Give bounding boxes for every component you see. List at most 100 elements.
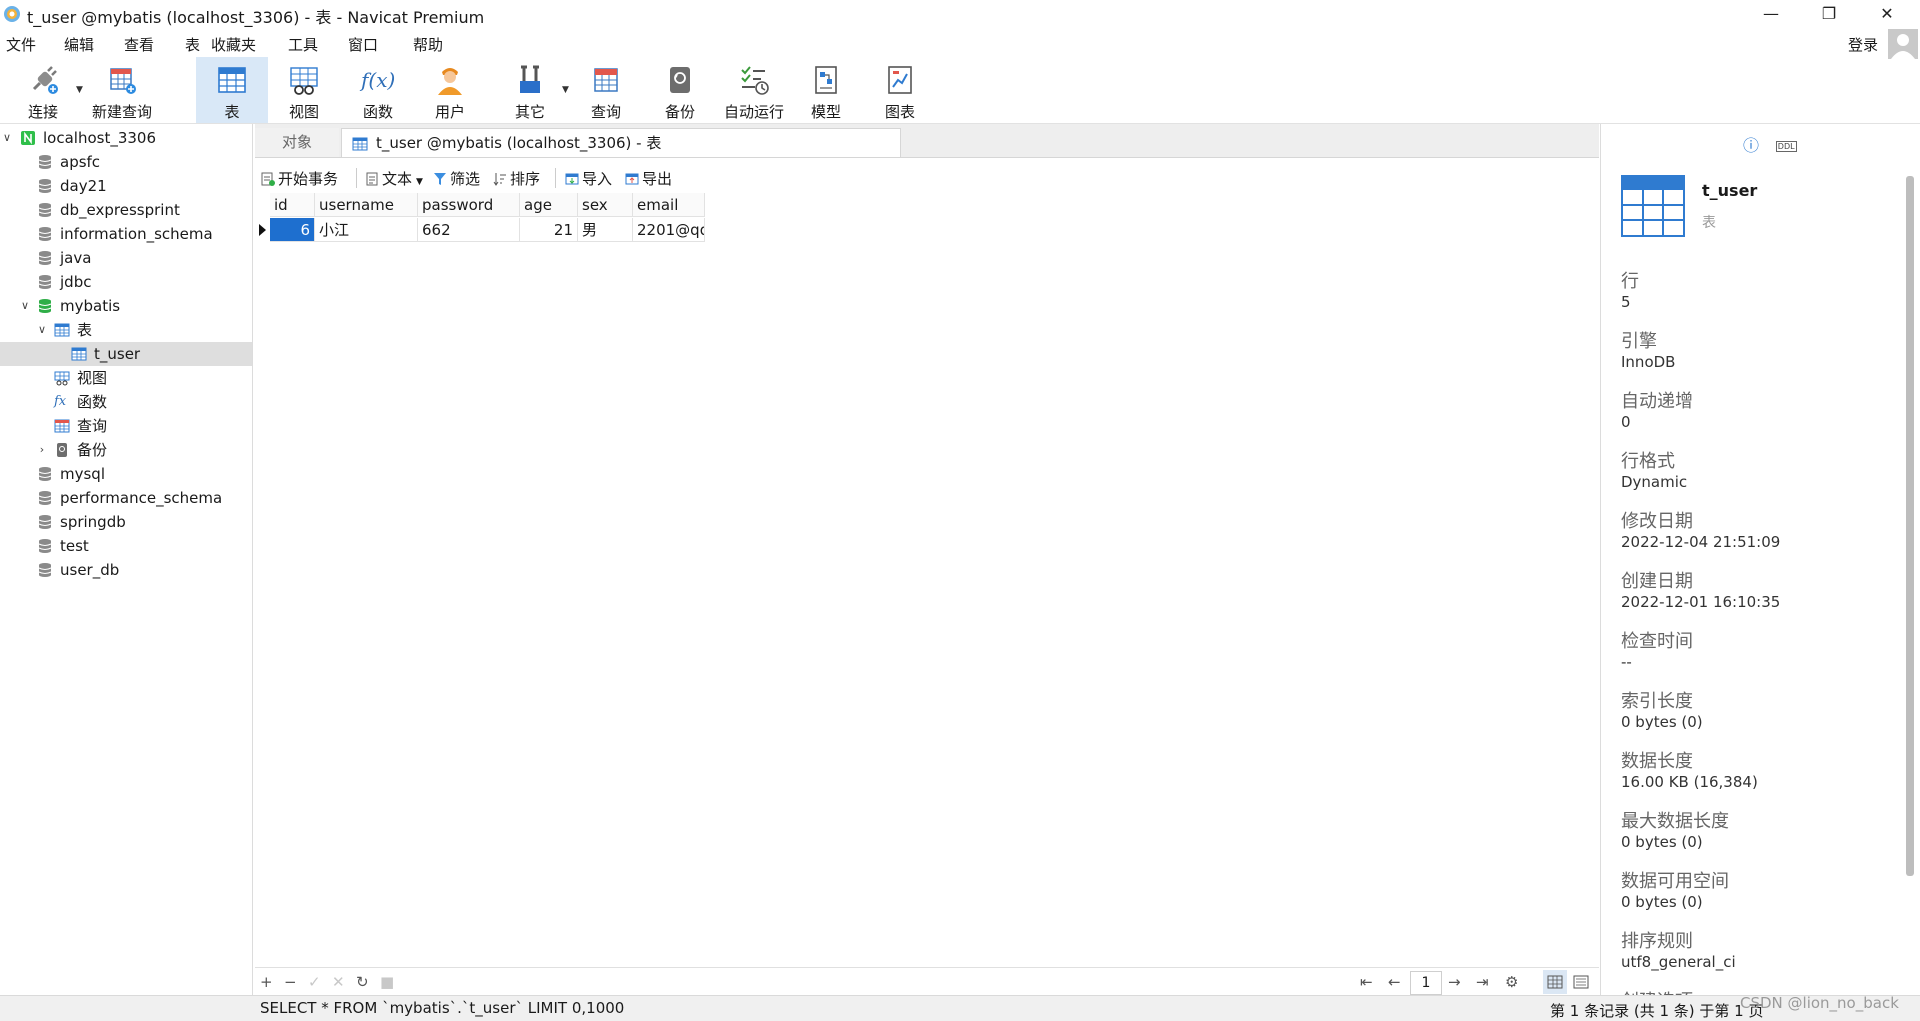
tree-group-queries[interactable]: 查询 [0,414,252,438]
column-header-sex[interactable]: sex [578,193,633,217]
discard-changes-button[interactable]: ✕ [332,973,345,991]
info-icon[interactable]: ⓘ [1743,136,1759,155]
query-icon [54,419,70,433]
menu-view[interactable]: 查看 [124,34,154,55]
table-button[interactable]: 表 [196,57,268,123]
prev-page-button[interactable]: ← [1388,973,1401,991]
column-header-password[interactable]: password [418,193,520,217]
stop-button[interactable]: ■ [380,973,394,991]
tree-db-java[interactable]: java [0,246,252,270]
model-button[interactable]: 模型 [796,57,856,123]
chevron-down-icon[interactable]: ∨ [35,318,49,342]
menu-edit[interactable]: 编辑 [64,34,94,55]
backup-icon [57,443,67,457]
chart-button[interactable]: 图表 [870,57,930,123]
auto-run-button[interactable]: 自动运行 [718,57,790,123]
tree-db-day21[interactable]: day21 [0,174,252,198]
tree-db-apsfc[interactable]: apsfc [0,150,252,174]
new-query-button[interactable]: 新建查询 [88,57,156,123]
delete-record-button[interactable]: − [284,973,297,991]
tree-db-jdbc[interactable]: jdbc [0,270,252,294]
minimize-icon[interactable]: — [1748,0,1794,29]
function-button[interactable]: f(x) 函数 [348,57,408,123]
last-page-button[interactable]: ⇥ [1476,973,1489,991]
tree-db-label: user_db [60,561,120,579]
menu-file[interactable]: 文件 [6,34,36,55]
column-header-email[interactable]: email [633,193,705,217]
close-icon[interactable]: ✕ [1864,0,1910,29]
sort-button[interactable]: 排序 [493,168,540,189]
page-number-input[interactable]: 1 [1410,971,1442,995]
tree-db-test[interactable]: test [0,534,252,558]
add-record-button[interactable]: + [260,973,273,991]
grid-view-icon[interactable] [1543,970,1567,994]
table-icon [54,323,70,337]
ddl-icon[interactable]: DDL [1775,141,1797,152]
tree-db-user-db[interactable]: user_db [0,558,252,582]
menu-window[interactable]: 窗口 [348,34,378,55]
tree-connection-localhost[interactable]: ∨ localhost_3306 [0,126,252,150]
tree-db-performance-schema[interactable]: performance_schema [0,486,252,510]
tree-group-tables[interactable]: ∨ 表 [0,318,252,342]
table-cell-sex[interactable]: 男 [578,218,633,242]
table-cell-username[interactable]: 小江 [315,218,418,242]
first-page-button[interactable]: ⇤ [1360,973,1373,991]
restore-icon[interactable]: ❐ [1806,0,1852,29]
menu-favorites[interactable]: 收藏夹 [211,34,256,55]
toolbar-divider [555,168,556,188]
text-button[interactable]: 文本 ▼ [365,168,423,189]
tree-connection-label: localhost_3306 [43,129,157,147]
tree-db-mybatis[interactable]: ∨ mybatis [0,294,252,318]
avatar[interactable] [1888,29,1918,59]
tree-group-views[interactable]: 视图 [0,366,252,390]
tree-group-functions[interactable]: fx 函数 [0,390,252,414]
other-label: 其它 [514,103,545,121]
tree-db-mysql[interactable]: mysql [0,462,252,486]
tree-table-t-user[interactable]: t_user [0,342,252,366]
export-button[interactable]: 导出 [625,168,672,189]
tree-db-springdb[interactable]: springdb [0,510,252,534]
table-cell-email[interactable]: 2201@qq [633,218,705,242]
column-header-username[interactable]: username [315,193,418,217]
connect-button[interactable]: 连接 [16,57,70,123]
apply-changes-button[interactable]: ✓ [308,973,321,991]
backup-button[interactable]: 备份 [650,57,710,123]
next-page-button[interactable]: → [1448,973,1461,991]
tab-objects[interactable]: 对象 [255,128,339,157]
nav-settings-button[interactable]: ⚙ [1505,973,1518,991]
tree-db-information-schema[interactable]: information_schema [0,222,252,246]
login-link[interactable]: 登录 [1848,34,1878,55]
other-dropdown-icon[interactable]: ▼ [562,85,569,95]
column-header-age[interactable]: age [520,193,578,217]
table-cell-id[interactable]: 6 [270,218,315,242]
chevron-right-icon[interactable]: › [35,438,49,462]
tree-db-label: jdbc [60,273,92,291]
table-cell-age[interactable]: 21 [520,218,578,242]
form-view-icon[interactable] [1569,970,1593,994]
user-button[interactable]: 用户 [420,57,480,123]
query-button[interactable]: 查询 [576,57,636,123]
text-dropdown-icon[interactable]: ▼ [416,177,423,187]
info-panel-scrollbar[interactable] [1906,176,1914,876]
menu-table[interactable]: 表 [185,34,200,55]
filter-button[interactable]: 筛选 [433,168,480,189]
tree-group-backups[interactable]: › 备份 [0,438,252,462]
table-cell-password[interactable]: 662 [418,218,520,242]
import-button[interactable]: 导入 [565,168,612,189]
prop-label-auto-increment: 自动递增 [1621,391,1693,412]
tab-t-user[interactable]: t_user @mybatis (localhost_3306) - 表 [341,128,901,157]
column-header-id[interactable]: id [270,193,315,217]
chevron-down-icon[interactable]: ∨ [18,294,32,318]
prop-label-created-date: 创建日期 [1621,571,1693,592]
tree-db-db-expressprint[interactable]: db_expressprint [0,198,252,222]
info-panel-header: ⓘ DDL [1743,132,1797,156]
other-button[interactable]: 其它 [500,57,560,123]
view-button[interactable]: 视图 [274,57,334,123]
connect-dropdown-icon[interactable]: ▼ [76,85,83,95]
menu-help[interactable]: 帮助 [413,34,443,55]
function-icon: f(x) [361,68,396,92]
chevron-down-icon[interactable]: ∨ [0,126,14,150]
menu-tools[interactable]: 工具 [288,34,318,55]
refresh-button[interactable]: ↻ [356,973,369,991]
begin-transaction-button[interactable]: 开始事务 [261,168,338,189]
